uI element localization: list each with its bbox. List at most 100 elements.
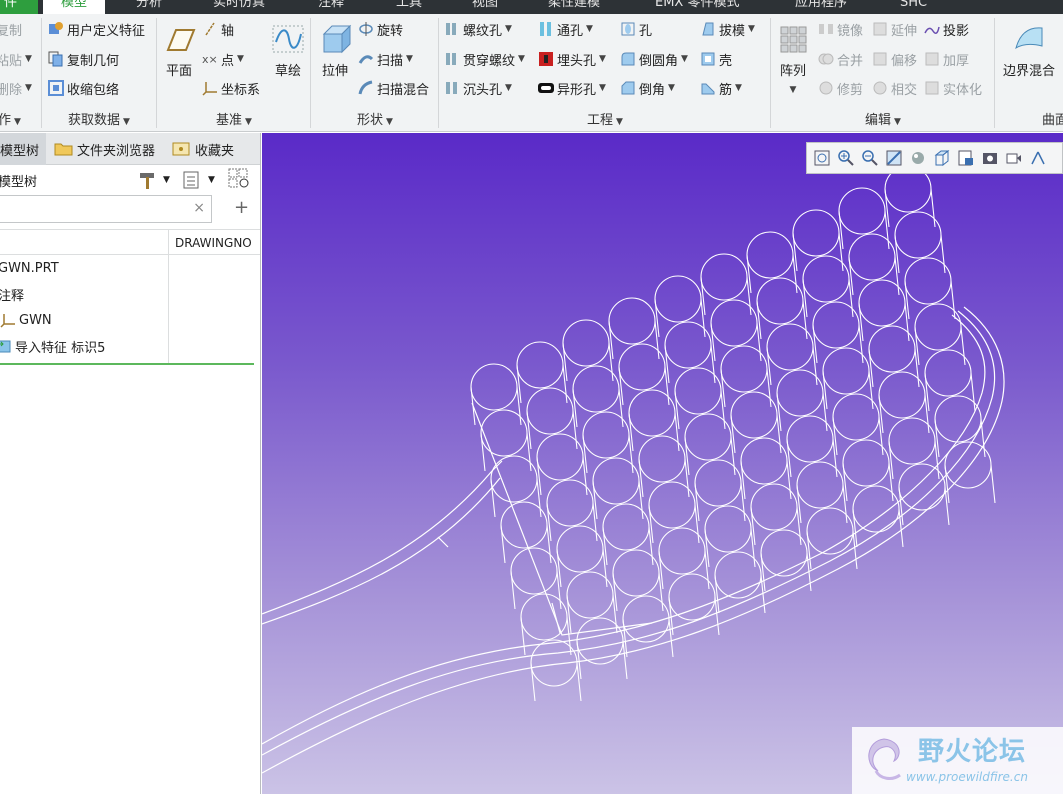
countersink-hole-button[interactable]: 埋头孔 ▼	[538, 48, 606, 70]
zoom-in-icon[interactable]	[837, 149, 855, 167]
copy-button[interactable]: 复制	[0, 18, 22, 40]
annotation-display-icon[interactable]	[1029, 149, 1047, 167]
tab-emx[interactable]: EMX 零件模式	[655, 0, 739, 14]
tab-shc[interactable]: SHC	[900, 0, 927, 14]
boundary-blend-button[interactable]: 边界混合	[998, 22, 1060, 79]
copy-geometry-button[interactable]: 复制几何	[48, 48, 119, 70]
section-icon[interactable]	[1005, 149, 1023, 167]
solidify-button[interactable]: 实体化	[924, 77, 982, 99]
bristle-tuft	[546, 479, 594, 527]
thread-hole-button[interactable]: 螺纹孔 ▼	[444, 18, 512, 40]
swept-blend-button[interactable]: 扫描混合	[358, 77, 429, 99]
thread-hole-label: 螺纹孔	[463, 23, 503, 39]
mirror-button[interactable]: 镜像	[818, 18, 863, 40]
udf-button[interactable]: 用户定义特征	[48, 18, 145, 40]
group-get-data: 用户定义特征 复制几何 收缩包络 获取数据 ▼	[44, 14, 154, 132]
bristle-tuft	[668, 573, 716, 621]
group-label-engineering[interactable]: 工程 ▼	[440, 109, 770, 128]
sketch-button[interactable]: 草绘	[268, 22, 308, 79]
bristle-tuft-side	[648, 504, 700, 544]
group-label-surfaces[interactable]: 曲面	[1042, 109, 1063, 128]
round-button[interactable]: 倒圆角 ▼	[620, 48, 688, 70]
group-label-operations[interactable]: 作 ▼	[0, 109, 40, 128]
tree-item-annotations[interactable]: 注释	[0, 281, 24, 307]
tab-applications[interactable]: 应用程序	[795, 0, 847, 14]
tab-file[interactable]: 件	[0, 0, 38, 14]
countersink-hole-label: 埋头孔	[557, 53, 597, 69]
bristle-tuft	[848, 233, 896, 281]
add-filter-button[interactable]: +	[234, 197, 249, 218]
through-thread-icon	[444, 51, 460, 67]
through-hole-icon	[538, 21, 554, 37]
column-header-drawingno[interactable]: DRAWINGNO	[175, 236, 259, 250]
group-label-datum[interactable]: 基准 ▼	[158, 109, 310, 128]
tab-folder-browser[interactable]: 文件夹浏览器	[54, 133, 166, 165]
thicken-button[interactable]: 加厚	[924, 48, 969, 70]
through-thread-button[interactable]: 贯穿螺纹 ▼	[444, 48, 525, 70]
counterbore-hole-button[interactable]: 沉头孔 ▼	[444, 77, 512, 99]
shell-button[interactable]: 壳	[700, 48, 732, 70]
tab-model[interactable]: 模型	[43, 0, 105, 14]
project-button[interactable]: 投影	[924, 18, 969, 40]
display-style-icon[interactable]	[909, 149, 927, 167]
perspective-icon[interactable]	[981, 149, 999, 167]
tab-flexible-modeling[interactable]: 柔性建模	[548, 0, 600, 14]
group-label-get-data[interactable]: 获取数据 ▼	[44, 109, 154, 128]
tree-item-part[interactable]: GWN.PRT	[0, 255, 59, 281]
bristle-tufts	[470, 165, 996, 702]
graphics-viewport[interactable]	[262, 133, 1063, 794]
bristle-tuft	[576, 617, 624, 665]
tab-model-tree[interactable]: 模型树	[0, 133, 46, 165]
tab-analysis[interactable]: 分析	[136, 0, 162, 14]
pattern-button[interactable]: 阵列 ▼	[776, 22, 810, 95]
bristle-tuft-side	[602, 526, 654, 566]
paste-button[interactable]: 粘贴 ▼	[0, 48, 32, 70]
tree-filter-icon[interactable]	[228, 168, 250, 194]
zoom-out-icon[interactable]	[861, 149, 879, 167]
extrude-button[interactable]: 拉伸	[316, 22, 354, 79]
sweep-button[interactable]: 扫描 ▼	[358, 48, 413, 70]
tab-annotate[interactable]: 注释	[318, 0, 344, 14]
offset-button[interactable]: 偏移	[872, 48, 917, 70]
tab-view[interactable]: 视图	[472, 0, 498, 14]
tree-item-csys[interactable]: GWN	[0, 307, 52, 333]
repaint-icon[interactable]	[885, 149, 903, 167]
settings-hammer-icon[interactable]	[138, 170, 158, 194]
shrinkwrap-button[interactable]: 收缩包络	[48, 77, 119, 99]
extend-button[interactable]: 延伸	[872, 18, 917, 40]
group-label-editing[interactable]: 编辑 ▼	[772, 109, 994, 128]
draft-button[interactable]: 拔模 ▼	[700, 18, 755, 40]
delete-button[interactable]: 删除 ▼	[0, 77, 32, 99]
refit-icon[interactable]	[813, 149, 831, 167]
axis-button[interactable]: 轴	[202, 18, 234, 40]
bristle-tuft	[802, 255, 850, 303]
bristle-tuft	[628, 389, 676, 437]
tree-columns-icon[interactable]	[183, 170, 201, 194]
chamfer-button[interactable]: 倒角 ▼	[620, 77, 675, 99]
csys-button[interactable]: 坐标系	[202, 77, 260, 99]
merge-button[interactable]: 合并	[818, 48, 863, 70]
revolve-button[interactable]: 旋转	[358, 18, 403, 40]
tab-favorites[interactable]: 收藏夹	[172, 133, 260, 165]
chevron-down-icon[interactable]: ▼	[208, 175, 215, 185]
rib-label: 筋	[719, 82, 733, 98]
chevron-down-icon[interactable]: ▼	[163, 175, 170, 185]
custom-hole-button[interactable]: 异形孔 ▼	[538, 77, 606, 99]
tree-search-input[interactable]: ×	[0, 195, 212, 223]
view-manager-icon[interactable]	[957, 149, 975, 167]
tab-tools[interactable]: 工具	[396, 0, 422, 14]
plane-button[interactable]: 平面	[160, 22, 198, 79]
tree-item-import-feature[interactable]: 导入特征 标识5	[0, 333, 105, 359]
hole-button[interactable]: 孔	[620, 18, 652, 40]
intersect-button[interactable]: 相交	[872, 77, 917, 99]
tab-simulation[interactable]: 实时仿真	[213, 0, 265, 14]
sweep-label: 扫描	[377, 53, 404, 69]
rib-button[interactable]: 筋 ▼	[700, 77, 742, 99]
tree-item-import-feature-label: 导入特征 标识5	[15, 340, 106, 356]
saved-orientations-icon[interactable]	[933, 149, 951, 167]
through-hole-button[interactable]: 通孔 ▼	[538, 18, 593, 40]
trim-button[interactable]: 修剪	[818, 77, 863, 99]
group-label-shapes[interactable]: 形状 ▼	[312, 109, 438, 128]
clear-search-icon[interactable]: ×	[193, 200, 205, 216]
point-button[interactable]: x× 点 ▼	[202, 48, 244, 70]
